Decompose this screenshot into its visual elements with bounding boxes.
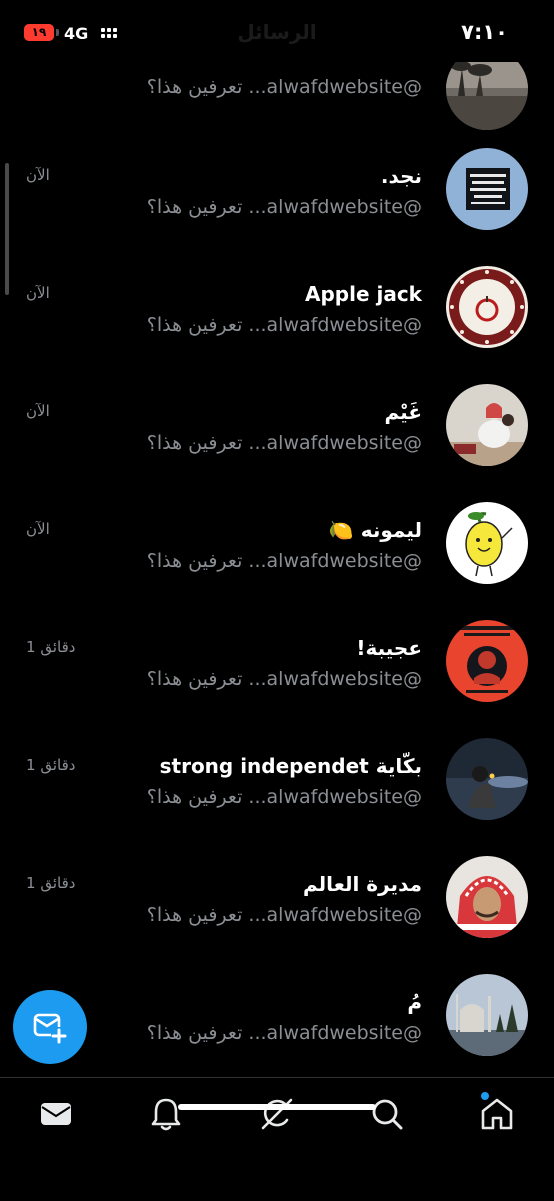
conversation-name: غَيْم: [384, 400, 422, 424]
message-preview: @alwafdwebsite... تعرفين هذا؟: [146, 314, 422, 336]
conversation-row[interactable]: مديرة العالم @alwafdwebsite... تعرفين هذ…: [0, 856, 554, 974]
search-icon: [372, 1099, 403, 1130]
avatar: [446, 266, 528, 348]
message-preview: @alwafdwebsite... تعرفين هذا؟: [146, 550, 422, 572]
battery-icon: ١٩: [24, 24, 54, 41]
conversation-name: عجيبة!: [356, 636, 422, 660]
new-message-button[interactable]: [13, 990, 87, 1064]
conversation-name: Apple jack: [304, 282, 422, 306]
avatar: [446, 856, 528, 938]
avatar: [446, 620, 528, 702]
conversation-row[interactable]: نجد. @alwafdwebsite... تعرفين هذا؟ الآن: [0, 148, 554, 266]
timestamp: الآن: [26, 520, 50, 538]
battery-level: ١٩: [31, 25, 47, 39]
home-indicator: [178, 1104, 376, 1110]
message-preview: @alwafdwebsite... تعرفين هذا؟: [146, 196, 422, 218]
conversation-name: ليمونه 🍋: [328, 518, 422, 542]
bell-icon: [151, 1098, 181, 1131]
message-preview: @alwafdwebsite... تعرفين هذا؟: [146, 1022, 422, 1044]
avatar: [446, 384, 528, 466]
timestamp: 1 دقائق: [26, 638, 76, 656]
conversation-row[interactable]: Apple jack @alwafdwebsite... تعرفين هذا؟…: [0, 266, 554, 384]
conversation-row[interactable]: غَيْم @alwafdwebsite... تعرفين هذا؟ الآن: [0, 384, 554, 502]
conversation-list[interactable]: @alwafdwebsite... تعرفين هذا؟ نجد. @alwa…: [0, 0, 554, 1078]
message-preview: @alwafdwebsite... تعرفين هذا؟: [146, 904, 422, 926]
conversation-row[interactable]: بكّاية strong independet @alwafdwebsite.…: [0, 738, 554, 856]
message-preview: @alwafdwebsite... تعرفين هذا؟: [146, 668, 422, 690]
tab-search[interactable]: [367, 1094, 407, 1134]
status-time: ٧:١٠: [461, 20, 508, 44]
timestamp: 1 دقائق: [26, 756, 76, 774]
home-icon: [481, 1098, 513, 1130]
tab-messages[interactable]: [36, 1094, 76, 1134]
conversation-name: مديرة العالم: [302, 872, 422, 896]
avatar: [446, 974, 528, 1056]
avatar: [446, 502, 528, 584]
message-preview: @alwafdwebsite... تعرفين هذا؟: [146, 786, 422, 808]
tab-notifications[interactable]: [146, 1094, 186, 1134]
conversation-name: بكّاية strong independet: [159, 754, 422, 778]
tab-grok[interactable]: [257, 1094, 297, 1134]
grok-icon: [261, 1098, 293, 1130]
message-preview: @alwafdwebsite... تعرفين هذا؟: [146, 432, 422, 454]
unread-dot: [481, 1092, 489, 1100]
scroll-indicator[interactable]: [5, 163, 9, 295]
new-message-icon: [33, 1013, 67, 1044]
avatar: [446, 738, 528, 820]
conversation-row[interactable]: عجيبة! @alwafdwebsite... تعرفين هذا؟ 1 د…: [0, 620, 554, 738]
signal-icon: [101, 28, 121, 42]
network-label: 4G: [64, 24, 89, 43]
conversation-row[interactable]: ليمونه 🍋 @alwafdwebsite... تعرفين هذا؟ ا…: [0, 502, 554, 620]
tab-bar: [0, 1077, 554, 1201]
timestamp: الآن: [26, 402, 50, 420]
conversation-name: مُ: [407, 990, 422, 1014]
status-bar: الرسائل ١٩ 4G ٧:١٠: [0, 0, 554, 62]
timestamp: الآن: [26, 284, 50, 302]
tab-home[interactable]: [477, 1092, 517, 1134]
avatar: [446, 148, 528, 230]
conversation-name: نجد.: [380, 164, 422, 188]
battery-cap: [56, 29, 59, 36]
messages-icon: [41, 1103, 71, 1125]
timestamp: 1 دقائق: [26, 874, 76, 892]
message-preview: @alwafdwebsite... تعرفين هذا؟: [146, 76, 422, 98]
timestamp: الآن: [26, 166, 50, 184]
